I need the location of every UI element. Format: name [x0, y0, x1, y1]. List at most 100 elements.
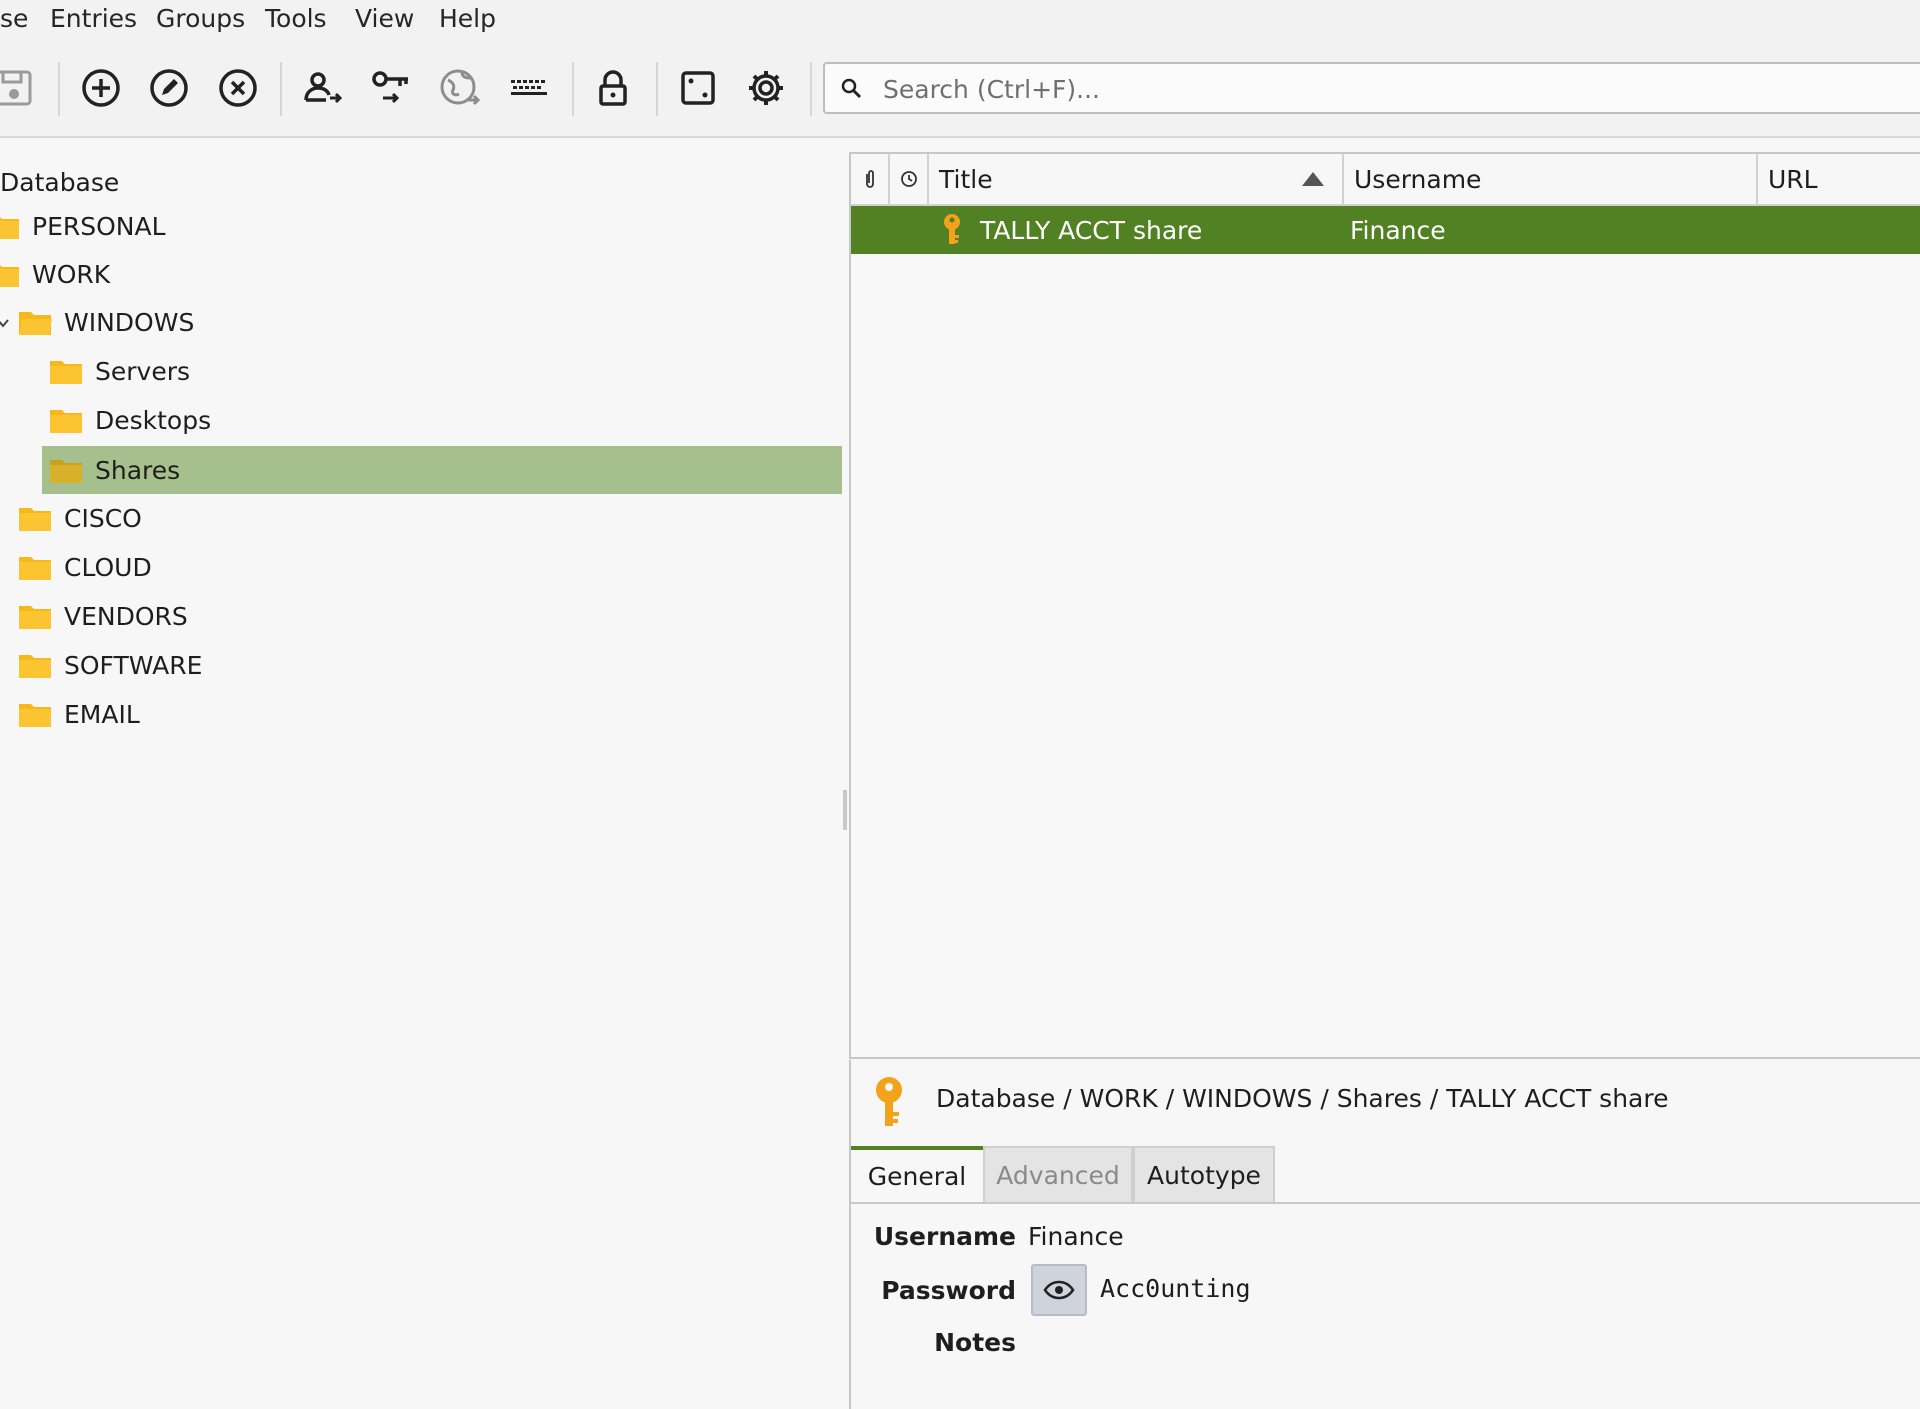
open-url-icon [440, 69, 481, 106]
folder-icon [50, 460, 82, 483]
entry-key-icon [941, 206, 971, 254]
folder-icon [19, 606, 51, 629]
menu-bar: se Entries Groups Tools View Help [0, 0, 1920, 40]
settings-icon [749, 71, 783, 105]
tree-group-servers[interactable]: Servers [49, 347, 190, 395]
copy-username-icon [304, 72, 343, 104]
tree-group-email[interactable]: EMAIL [18, 690, 140, 738]
menu-database[interactable]: se [0, 4, 28, 33]
tree-root[interactable]: Database [0, 158, 119, 206]
tree-group-software[interactable]: SOFTWARE [18, 641, 202, 689]
column-username-label: Username [1354, 164, 1482, 194]
column-attachment[interactable] [851, 154, 890, 204]
key-icon [944, 214, 960, 244]
attachment-icon [865, 170, 874, 188]
tree-group-label: SOFTWARE [64, 650, 203, 680]
folder-icon [50, 361, 82, 384]
entry-title: TALLY ACCT share [980, 215, 1203, 245]
save-icon [0, 70, 32, 106]
tree-group-cisco[interactable]: CISCO [18, 494, 142, 542]
folder-icon [19, 704, 51, 727]
password-generator-icon [681, 71, 715, 105]
tree-group-label: CLOUD [64, 552, 152, 582]
entry-preview: Database / WORK / WINDOWS / Shares / TAL… [849, 1060, 1920, 1409]
edit-entry-icon [150, 69, 188, 107]
menu-entries[interactable]: Entries [50, 4, 137, 33]
clock-icon [900, 171, 917, 187]
tree-group-label: Servers [95, 356, 191, 386]
toolbar-separator [810, 62, 812, 116]
add-entry-icon [82, 69, 120, 107]
tab-autotype[interactable]: Autotype [1133, 1146, 1275, 1202]
menu-groups[interactable]: Groups [156, 4, 245, 33]
tree-group-cloud[interactable]: CLOUD [18, 543, 152, 591]
tree-group-vendors[interactable]: VENDORS [18, 592, 188, 640]
copy-username-button[interactable] [294, 60, 350, 116]
delete-entry-icon [219, 69, 257, 107]
toolbar-separator [656, 62, 658, 116]
table-header: Title Username URL [851, 154, 1920, 206]
reveal-password-button[interactable] [1031, 1264, 1087, 1316]
lock-database-icon [599, 70, 627, 106]
autotype-icon [511, 80, 547, 95]
search-icon [841, 78, 862, 99]
tree-group-windows[interactable]: WINDOWS [18, 298, 194, 346]
tree-group-desktops[interactable]: Desktops [49, 396, 211, 444]
column-title-label: Title [939, 164, 993, 194]
column-username[interactable]: Username [1344, 154, 1758, 204]
notes-label: Notes [934, 1328, 1016, 1357]
toolbar [0, 40, 1920, 138]
search-input[interactable] [881, 68, 1905, 110]
tree-group-label: Desktops [95, 405, 212, 435]
column-url-label: URL [1768, 164, 1818, 194]
copy-password-button[interactable] [363, 60, 419, 116]
toolbar-separator [58, 62, 60, 116]
edit-entry-button[interactable] [141, 60, 197, 116]
search-box[interactable] [823, 62, 1920, 114]
folder-icon [50, 410, 82, 433]
tab-advanced[interactable]: Advanced [983, 1146, 1133, 1202]
folder-open-icon [19, 312, 52, 335]
folder-icon [19, 508, 51, 531]
settings-button[interactable] [738, 60, 794, 116]
table-row[interactable]: TALLY ACCT share Finance [851, 206, 1920, 254]
username-label: Username [873, 1222, 1016, 1251]
preview-tabs: General Advanced Autotype [851, 1146, 1920, 1204]
folder-icon [0, 217, 19, 239]
copy-password-icon [372, 71, 408, 104]
tree-group-label: WORK [32, 259, 111, 289]
tab-general[interactable]: General [851, 1146, 983, 1202]
delete-entry-button[interactable] [210, 60, 266, 116]
tree-group-label: VENDORS [64, 601, 188, 631]
tree-group-label: EMAIL [64, 699, 140, 729]
folder-icon [0, 265, 19, 287]
tree-group-label: Shares [95, 455, 181, 485]
column-expiry[interactable] [890, 154, 929, 204]
splitter-handle[interactable] [843, 790, 847, 830]
save-button[interactable] [0, 60, 44, 116]
column-title[interactable]: Title [929, 154, 1344, 204]
group-tree: Database PERSONAL WORK WINDOWS Servers D… [0, 140, 848, 1409]
password-generator-button[interactable] [670, 60, 726, 116]
tree-group-label: PERSONAL [32, 211, 166, 241]
folder-icon [19, 557, 51, 580]
menu-help[interactable]: Help [439, 4, 496, 33]
tree-group-personal[interactable]: PERSONAL [0, 202, 166, 250]
autotype-button[interactable] [501, 60, 557, 116]
add-entry-button[interactable] [73, 60, 129, 116]
eye-icon [1043, 1280, 1075, 1300]
chevron-down-icon[interactable] [0, 316, 10, 330]
lock-database-button[interactable] [585, 60, 641, 116]
sort-ascending-icon [1302, 172, 1324, 186]
entry-table: Title Username URL TALLY ACCT share Fina… [849, 152, 1920, 1059]
menu-tools[interactable]: Tools [265, 4, 327, 33]
tree-group-label: CISCO [64, 503, 142, 533]
tree-group-label: WINDOWS [64, 307, 195, 337]
tree-root-label: Database [0, 167, 120, 197]
column-url[interactable]: URL [1758, 154, 1920, 204]
tree-group-work[interactable]: WORK [0, 250, 110, 298]
password-value: Acc0unting [1100, 1274, 1251, 1303]
open-url-button[interactable] [432, 60, 488, 116]
tree-group-shares[interactable]: Shares [42, 446, 842, 494]
menu-view[interactable]: View [355, 4, 414, 33]
